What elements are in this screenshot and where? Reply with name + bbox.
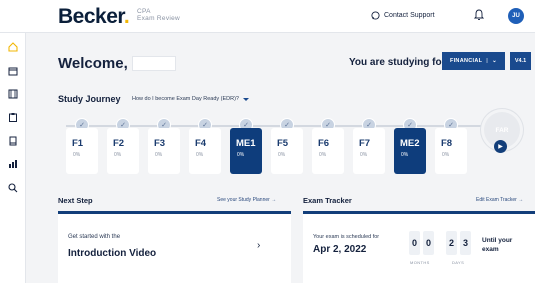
module-card-f6[interactable]: F6 0% (312, 128, 344, 174)
module-code: F7 (359, 138, 371, 149)
months-label: MONTHS (410, 260, 430, 265)
module-progress: 0% (155, 152, 163, 158)
version-button[interactable]: V4.1 (510, 52, 531, 70)
bar-chart-icon[interactable] (8, 159, 18, 169)
section-separator: | (486, 58, 489, 64)
module-card-f5[interactable]: F5 0% (271, 128, 303, 174)
section-label: FINANCIAL (449, 58, 483, 64)
welcome-heading: Welcome, (58, 55, 176, 72)
home-icon[interactable] (8, 42, 18, 52)
module-card-f4[interactable]: F4 0% (189, 128, 221, 174)
study-planner-link[interactable]: See your Study Planner → (217, 197, 276, 203)
contact-support-link[interactable]: Contact Support (371, 11, 435, 20)
section-selector[interactable]: FINANCIAL | ⌄ (442, 52, 505, 70)
redacted-name (131, 56, 176, 71)
module-progress: 0% (278, 152, 286, 158)
module-progress: 0% (114, 152, 122, 158)
clipboard-icon[interactable] (8, 112, 18, 122)
module-code: F8 (441, 138, 453, 149)
module-code: F2 (113, 138, 125, 149)
study-journey-title: Study Journey (58, 94, 121, 104)
edit-exam-tracker-link[interactable]: Edit Exam Tracker → (476, 197, 523, 203)
module-progress: 0% (319, 152, 327, 158)
top-bar: Becker. CPA Exam Review Contact Support … (0, 0, 535, 33)
days-digit: 2 (446, 231, 457, 255)
module-card-f7[interactable]: F7 0% (353, 128, 385, 174)
next-step-subtitle: Get started with the (68, 234, 121, 240)
exam-tracker-card: Your exam is scheduled for Apr 2, 2022 0… (303, 211, 535, 283)
contact-support-label: Contact Support (384, 12, 435, 19)
sidebar (0, 33, 26, 283)
module-code: F1 (72, 138, 84, 149)
module-card-f2[interactable]: F2 0% (107, 128, 139, 174)
next-step-card[interactable]: Get started with the Introduction Video … (58, 211, 291, 283)
module-code: ME1 (236, 138, 256, 149)
next-step-title: Next Step (58, 196, 93, 205)
book-icon[interactable] (8, 136, 18, 146)
exam-tracker-title: Exam Tracker (303, 196, 352, 205)
module-progress: 0% (360, 152, 368, 158)
months-digit: 0 (423, 231, 434, 255)
module-code: F4 (195, 138, 207, 149)
chevron-right-icon: › (257, 240, 261, 251)
chevron-down-icon: ⌄ (492, 58, 498, 64)
module-code: ME2 (400, 138, 420, 149)
module-code: F5 (277, 138, 289, 149)
module-progress: 0% (401, 152, 409, 158)
module-card-f1[interactable]: F1 0% (66, 128, 98, 174)
becker-logo[interactable]: Becker. (58, 5, 130, 29)
days-label: DAYS (452, 260, 465, 265)
bell-icon[interactable] (474, 9, 484, 21)
welcome-text: Welcome, (58, 55, 128, 72)
module-card-me2[interactable]: ME2 0% (394, 128, 426, 174)
module-progress: 0% (237, 152, 245, 158)
film-icon[interactable] (8, 89, 18, 99)
exam-scheduled-label: Your exam is scheduled for (313, 234, 380, 240)
module-card-f8[interactable]: F8 0% (435, 128, 467, 174)
chat-icon (371, 11, 380, 20)
user-avatar[interactable]: JU (508, 8, 524, 24)
caret-down-icon (242, 97, 249, 101)
exam-date: Apr 2, 2022 (313, 244, 367, 255)
journey-next-button[interactable]: ▶ (494, 140, 507, 153)
edr-question-dropdown[interactable]: How do I become Exam Day Ready (EDR)? (132, 96, 249, 102)
edr-question-label: How do I become Exam Day Ready (EDR)? (132, 96, 239, 102)
module-card-me1[interactable]: ME1 0% (230, 128, 262, 174)
search-icon[interactable] (8, 183, 18, 193)
next-step-heading: Introduction Video (68, 248, 157, 259)
until-exam-label: Until your exam (482, 237, 513, 253)
months-digit: 0 (409, 231, 420, 255)
module-progress: 0% (196, 152, 204, 158)
days-digit: 3 (460, 231, 471, 255)
module-code: F3 (154, 138, 166, 149)
module-card-f3[interactable]: F3 0% (148, 128, 180, 174)
studying-label: You are studying for (349, 57, 446, 68)
calendar-icon[interactable] (8, 66, 18, 76)
module-progress: 0% (442, 152, 450, 158)
module-progress: 0% (73, 152, 81, 158)
logo-subtitle: CPA Exam Review (137, 8, 181, 22)
module-code: F6 (318, 138, 330, 149)
